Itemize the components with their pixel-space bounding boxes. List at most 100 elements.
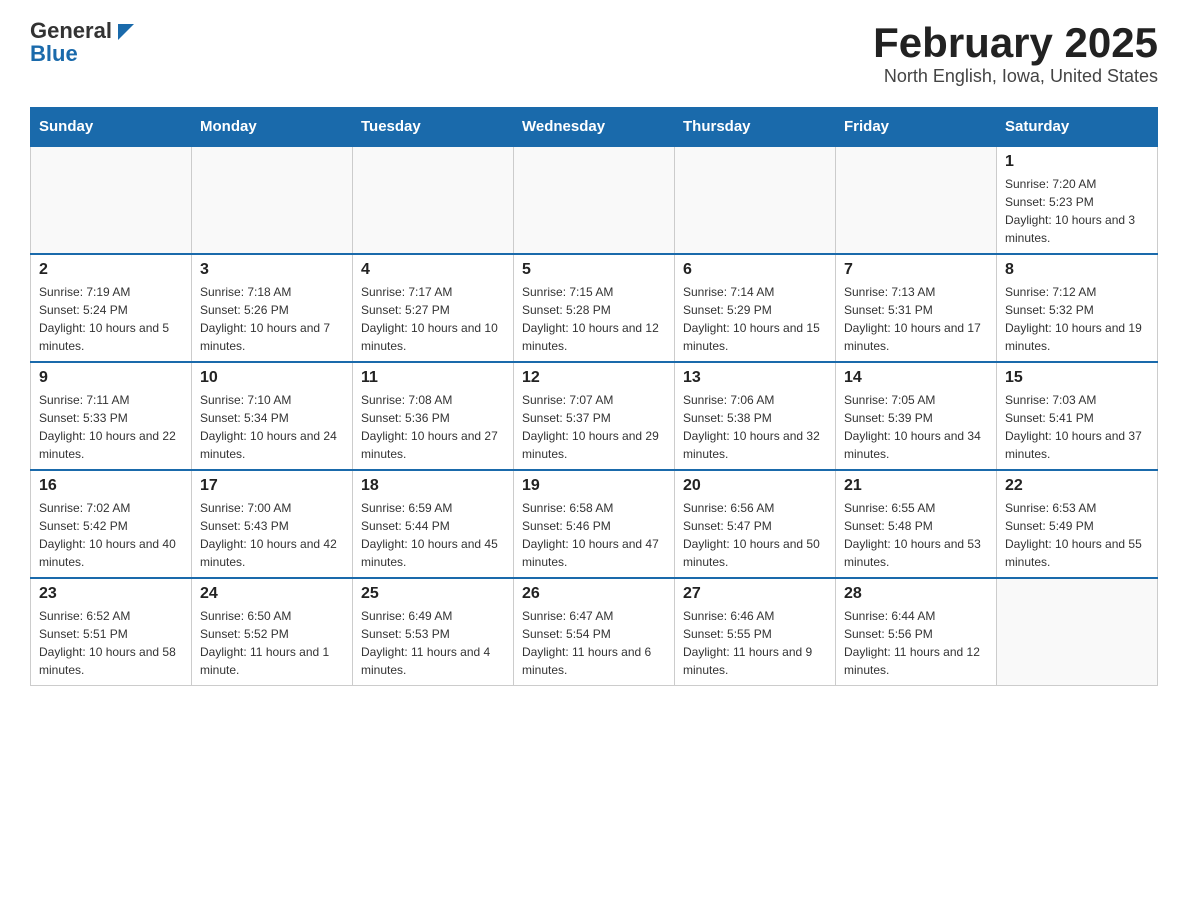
day-number: 25 (361, 585, 505, 603)
day-number: 9 (39, 369, 183, 387)
calendar-cell (514, 146, 675, 254)
day-number: 3 (200, 261, 344, 279)
day-number: 5 (522, 261, 666, 279)
day-number: 20 (683, 477, 827, 495)
day-number: 12 (522, 369, 666, 387)
day-number: 6 (683, 261, 827, 279)
calendar-cell (353, 146, 514, 254)
day-info: Sunrise: 6:59 AM Sunset: 5:44 PM Dayligh… (361, 499, 505, 571)
calendar-week-row: 16 Sunrise: 7:02 AM Sunset: 5:42 PM Dayli… (31, 470, 1158, 578)
day-info: Sunrise: 6:49 AM Sunset: 5:53 PM Dayligh… (361, 607, 505, 679)
day-number: 8 (1005, 261, 1149, 279)
calendar-cell: 20 Sunrise: 6:56 AM Sunset: 5:47 PM Dayli… (675, 470, 836, 578)
calendar-cell: 15 Sunrise: 7:03 AM Sunset: 5:41 PM Dayli… (997, 362, 1158, 470)
day-info: Sunrise: 7:14 AM Sunset: 5:29 PM Dayligh… (683, 283, 827, 355)
weekday-header-row: SundayMondayTuesdayWednesdayThursdayFrid… (31, 108, 1158, 147)
day-info: Sunrise: 7:20 AM Sunset: 5:23 PM Dayligh… (1005, 175, 1149, 247)
page-header: General Blue February 2025 North English… (30, 20, 1158, 87)
day-info: Sunrise: 7:02 AM Sunset: 5:42 PM Dayligh… (39, 499, 183, 571)
calendar-cell (675, 146, 836, 254)
day-info: Sunrise: 7:08 AM Sunset: 5:36 PM Dayligh… (361, 391, 505, 463)
day-info: Sunrise: 7:03 AM Sunset: 5:41 PM Dayligh… (1005, 391, 1149, 463)
calendar-body: 1 Sunrise: 7:20 AM Sunset: 5:23 PM Daylig… (31, 146, 1158, 686)
day-number: 7 (844, 261, 988, 279)
day-number: 11 (361, 369, 505, 387)
logo-blue-text: Blue (30, 43, 78, 66)
calendar-cell: 11 Sunrise: 7:08 AM Sunset: 5:36 PM Dayli… (353, 362, 514, 470)
day-info: Sunrise: 6:55 AM Sunset: 5:48 PM Dayligh… (844, 499, 988, 571)
calendar-cell (836, 146, 997, 254)
calendar-week-row: 2 Sunrise: 7:19 AM Sunset: 5:24 PM Daylig… (31, 254, 1158, 362)
calendar-cell: 18 Sunrise: 6:59 AM Sunset: 5:44 PM Dayli… (353, 470, 514, 578)
weekday-header-wednesday: Wednesday (514, 108, 675, 147)
day-info: Sunrise: 7:07 AM Sunset: 5:37 PM Dayligh… (522, 391, 666, 463)
day-number: 26 (522, 585, 666, 603)
day-info: Sunrise: 6:53 AM Sunset: 5:49 PM Dayligh… (1005, 499, 1149, 571)
calendar-cell: 7Sunrise: 7:13 AM Sunset: 5:31 PM Daylig… (836, 254, 997, 362)
day-number: 28 (844, 585, 988, 603)
calendar-cell: 12 Sunrise: 7:07 AM Sunset: 5:37 PM Dayli… (514, 362, 675, 470)
weekday-header-saturday: Saturday (997, 108, 1158, 147)
calendar-cell: 5 Sunrise: 7:15 AM Sunset: 5:28 PM Daylig… (514, 254, 675, 362)
calendar-cell: 25 Sunrise: 6:49 AM Sunset: 5:53 PM Dayli… (353, 578, 514, 686)
day-info: Sunrise: 7:17 AM Sunset: 5:27 PM Dayligh… (361, 283, 505, 355)
calendar-cell: 3Sunrise: 7:18 AM Sunset: 5:26 PM Daylig… (192, 254, 353, 362)
day-number: 19 (522, 477, 666, 495)
day-number: 14 (844, 369, 988, 387)
day-number: 15 (1005, 369, 1149, 387)
calendar-header: SundayMondayTuesdayWednesdayThursdayFrid… (31, 108, 1158, 147)
logo-general-row: General (30, 20, 134, 43)
title-block: February 2025 North English, Iowa, Unite… (873, 20, 1158, 87)
calendar-table: SundayMondayTuesdayWednesdayThursdayFrid… (30, 107, 1158, 686)
day-number: 27 (683, 585, 827, 603)
day-number: 24 (200, 585, 344, 603)
calendar-cell: 2 Sunrise: 7:19 AM Sunset: 5:24 PM Daylig… (31, 254, 192, 362)
calendar-cell: 14 Sunrise: 7:05 AM Sunset: 5:39 PM Dayli… (836, 362, 997, 470)
calendar-cell: 10 Sunrise: 7:10 AM Sunset: 5:34 PM Dayli… (192, 362, 353, 470)
calendar-week-row: 1 Sunrise: 7:20 AM Sunset: 5:23 PM Daylig… (31, 146, 1158, 254)
day-info: Sunrise: 6:52 AM Sunset: 5:51 PM Dayligh… (39, 607, 183, 679)
calendar-cell: 8Sunrise: 7:12 AM Sunset: 5:32 PM Daylig… (997, 254, 1158, 362)
day-info: Sunrise: 7:15 AM Sunset: 5:28 PM Dayligh… (522, 283, 666, 355)
calendar-cell: 9 Sunrise: 7:11 AM Sunset: 5:33 PM Daylig… (31, 362, 192, 470)
day-number: 23 (39, 585, 183, 603)
calendar-cell: 1 Sunrise: 7:20 AM Sunset: 5:23 PM Daylig… (997, 146, 1158, 254)
weekday-header-friday: Friday (836, 108, 997, 147)
day-info: Sunrise: 6:44 AM Sunset: 5:56 PM Dayligh… (844, 607, 988, 679)
day-info: Sunrise: 7:10 AM Sunset: 5:34 PM Dayligh… (200, 391, 344, 463)
day-info: Sunrise: 6:56 AM Sunset: 5:47 PM Dayligh… (683, 499, 827, 571)
day-number: 1 (1005, 153, 1149, 171)
calendar-cell: 26Sunrise: 6:47 AM Sunset: 5:54 PM Dayli… (514, 578, 675, 686)
day-info: Sunrise: 6:50 AM Sunset: 5:52 PM Dayligh… (200, 607, 344, 679)
calendar-title: February 2025 (873, 20, 1158, 66)
weekday-header-sunday: Sunday (31, 108, 192, 147)
calendar-cell: 28 Sunrise: 6:44 AM Sunset: 5:56 PM Dayli… (836, 578, 997, 686)
day-number: 4 (361, 261, 505, 279)
day-info: Sunrise: 7:05 AM Sunset: 5:39 PM Dayligh… (844, 391, 988, 463)
day-info: Sunrise: 7:11 AM Sunset: 5:33 PM Dayligh… (39, 391, 183, 463)
calendar-cell: 24 Sunrise: 6:50 AM Sunset: 5:52 PM Dayli… (192, 578, 353, 686)
logo-arrow-icon (118, 24, 134, 40)
calendar-week-row: 23 Sunrise: 6:52 AM Sunset: 5:51 PM Dayli… (31, 578, 1158, 686)
calendar-cell: 16 Sunrise: 7:02 AM Sunset: 5:42 PM Dayli… (31, 470, 192, 578)
day-number: 18 (361, 477, 505, 495)
weekday-header-thursday: Thursday (675, 108, 836, 147)
day-info: Sunrise: 7:06 AM Sunset: 5:38 PM Dayligh… (683, 391, 827, 463)
calendar-cell: 21Sunrise: 6:55 AM Sunset: 5:48 PM Dayli… (836, 470, 997, 578)
day-info: Sunrise: 6:46 AM Sunset: 5:55 PM Dayligh… (683, 607, 827, 679)
calendar-cell: 19 Sunrise: 6:58 AM Sunset: 5:46 PM Dayli… (514, 470, 675, 578)
day-number: 16 (39, 477, 183, 495)
calendar-cell (997, 578, 1158, 686)
day-info: Sunrise: 6:58 AM Sunset: 5:46 PM Dayligh… (522, 499, 666, 571)
calendar-cell (31, 146, 192, 254)
day-info: Sunrise: 7:19 AM Sunset: 5:24 PM Dayligh… (39, 283, 183, 355)
day-number: 2 (39, 261, 183, 279)
calendar-cell: 22 Sunrise: 6:53 AM Sunset: 5:49 PM Dayli… (997, 470, 1158, 578)
day-number: 22 (1005, 477, 1149, 495)
day-info: Sunrise: 7:00 AM Sunset: 5:43 PM Dayligh… (200, 499, 344, 571)
day-number: 10 (200, 369, 344, 387)
calendar-week-row: 9 Sunrise: 7:11 AM Sunset: 5:33 PM Daylig… (31, 362, 1158, 470)
calendar-cell: 17 Sunrise: 7:00 AM Sunset: 5:43 PM Dayli… (192, 470, 353, 578)
day-number: 17 (200, 477, 344, 495)
calendar-cell: 13Sunrise: 7:06 AM Sunset: 5:38 PM Dayli… (675, 362, 836, 470)
